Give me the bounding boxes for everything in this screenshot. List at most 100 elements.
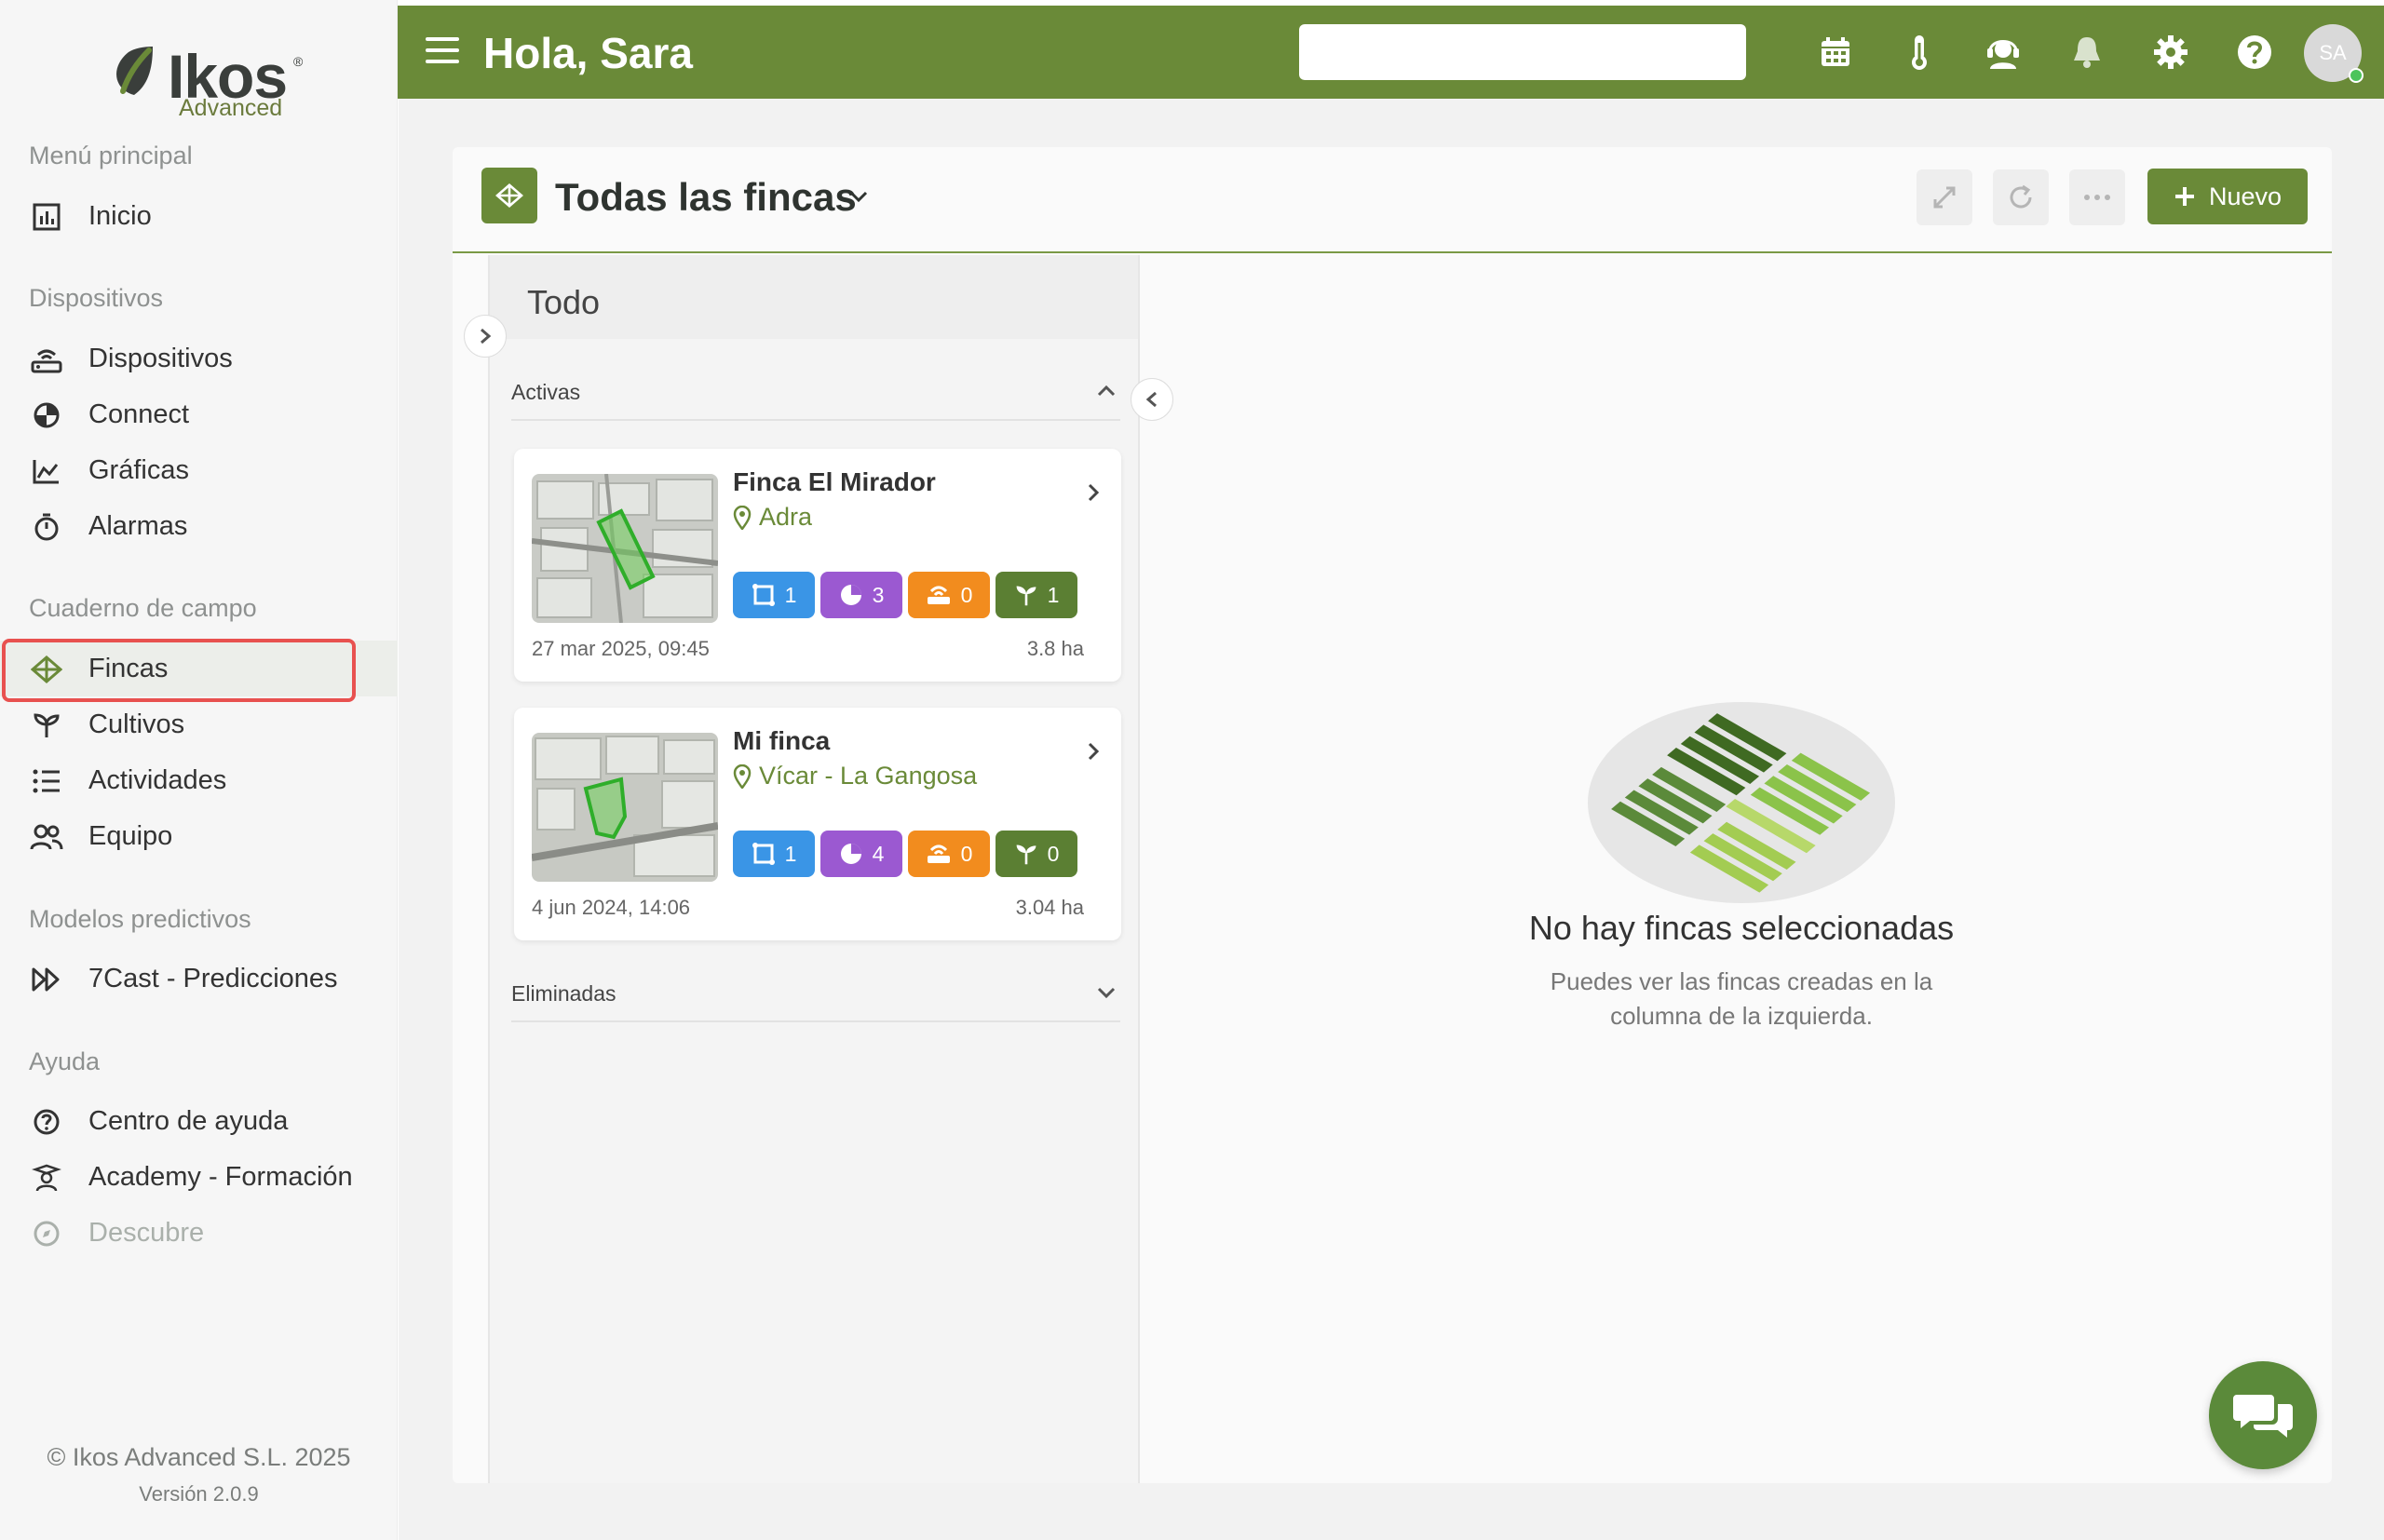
badge-value: 1 (784, 841, 797, 866)
fields-count-badge[interactable]: 1 (733, 831, 815, 877)
badge-value: 0 (960, 841, 973, 866)
team-icon (30, 822, 63, 852)
farm-date: 27 mar 2025, 09:45 (532, 637, 710, 660)
sidebar-item-actividades[interactable]: Actividades (0, 752, 398, 808)
search-input[interactable] (1299, 24, 1746, 80)
fast-forward-icon (30, 965, 63, 994)
crops-count-badge[interactable]: 0 (996, 831, 1077, 877)
farm-name: Finca El Mirador (733, 467, 936, 496)
farm-map-thumbnail (532, 733, 718, 882)
chevron-right-icon[interactable] (1086, 741, 1101, 762)
bell-icon[interactable] (2065, 30, 2109, 74)
farm-badges: 1 3 0 1 (733, 572, 1077, 618)
sidebar-item-label: Inicio (88, 200, 152, 231)
expand-button[interactable] (1917, 169, 1972, 225)
chevron-right-icon[interactable] (1086, 482, 1101, 503)
sidebar-item-label: 7Cast - Predicciones (88, 963, 338, 993)
parcel-icon (752, 584, 775, 606)
farm-location: Vícar - La Gangosa (733, 762, 977, 790)
sidebar-item-inicio[interactable]: Inicio (0, 188, 398, 244)
online-status-dot (2349, 68, 2364, 83)
new-button-label: Nuevo (2208, 182, 2282, 210)
more-options-button[interactable] (2069, 169, 2125, 225)
gear-icon[interactable] (2148, 30, 2193, 74)
thermometer-icon[interactable] (1897, 30, 1942, 74)
sidebar-item-label: Equipo (88, 820, 173, 851)
chevron-down-icon (1097, 987, 1116, 999)
chevron-right-icon (481, 328, 492, 344)
support-agent-icon[interactable] (1981, 30, 2025, 74)
refresh-button[interactable] (1993, 169, 2049, 225)
farm-card[interactable]: Mi finca Vícar - La Gangosa 1 4 0 0 4 ju… (514, 708, 1121, 940)
sidebar-item-descubre[interactable]: Descubre (0, 1205, 398, 1261)
farm-card[interactable]: Finca El Mirador Adra 1 3 0 1 27 mar 202… (514, 449, 1121, 682)
greeting-title: Hola, Sara (483, 29, 693, 77)
empty-state-subtitle-line: columna de la izquierda. (1610, 1002, 1873, 1030)
fields-icon (481, 168, 537, 223)
farm-date: 4 jun 2024, 14:06 (532, 896, 691, 919)
section-title-main: Menú principal (29, 142, 193, 169)
panel-title-dropdown[interactable]: Todas las fincas (555, 175, 857, 220)
sidebar-item-alarmas[interactable]: Alarmas (0, 498, 398, 554)
panel-header: Todas las fincas Nuevo (453, 147, 2332, 253)
list-icon (30, 766, 63, 796)
expand-sidebar-button[interactable] (464, 315, 507, 358)
section-title-help: Ayuda (29, 1047, 101, 1075)
badge-value: 3 (872, 582, 885, 607)
farm-badges: 1 4 0 0 (733, 831, 1077, 877)
chevron-down-icon[interactable] (847, 188, 870, 205)
expand-icon (1933, 186, 1956, 209)
group-label: Activas (511, 380, 581, 404)
badge-value: 1 (1047, 582, 1060, 607)
sidebar-item-cultivos[interactable]: Cultivos (0, 696, 398, 752)
sidebar-item-label: Academy - Formación (88, 1161, 353, 1192)
section-title-devices: Dispositivos (29, 284, 164, 312)
sidebar-item-label: Centro de ayuda (88, 1105, 289, 1136)
router-icon (927, 844, 950, 863)
top-bar: Hola, Sara SA (398, 6, 2384, 99)
refresh-icon (2010, 184, 2032, 209)
ikos-logo[interactable]: Ikos ® Advanced (102, 37, 307, 123)
group-activas[interactable]: Activas (511, 374, 1120, 421)
sidebar-item-academy[interactable]: Academy - Formación (0, 1149, 398, 1205)
location-pin-icon (733, 505, 752, 530)
devices-count-badge[interactable]: 0 (908, 831, 990, 877)
connect-icon (30, 400, 63, 430)
fields-count-badge[interactable]: 1 (733, 572, 815, 618)
hamburger-menu-icon[interactable] (426, 37, 459, 65)
help-icon[interactable] (2232, 30, 2277, 74)
section-title-fieldbook: Cuaderno de campo (29, 594, 257, 622)
parcel-icon (752, 843, 775, 865)
sidebar-item-connect[interactable]: Connect (0, 386, 398, 442)
farm-location: Adra (733, 503, 812, 532)
farm-location-text: Adra (759, 503, 813, 531)
farm-area: 3.04 ha (1015, 896, 1084, 919)
calendar-icon[interactable] (1813, 30, 1858, 74)
sprout-icon (1016, 844, 1036, 865)
sidebar-item-7cast[interactable]: 7Cast - Predicciones (0, 951, 398, 1006)
farm-map-thumbnail (532, 474, 718, 623)
farm-name: Mi finca (733, 726, 831, 755)
chat-button[interactable] (2209, 1361, 2317, 1469)
sidebar-item-graficas[interactable]: Gráficas (0, 442, 398, 498)
collapse-list-button[interactable] (1131, 378, 1173, 421)
router-icon (30, 344, 63, 374)
sectors-count-badge[interactable]: 4 (820, 831, 902, 877)
sprout-icon (1016, 586, 1036, 606)
crops-count-badge[interactable]: 1 (996, 572, 1077, 618)
badge-value: 0 (1047, 841, 1060, 866)
badge-value: 4 (872, 841, 885, 866)
sidebar-item-dispositivos[interactable]: Dispositivos (0, 331, 398, 386)
pie-icon (840, 844, 861, 864)
group-eliminadas[interactable]: Eliminadas (511, 976, 1120, 1022)
group-label: Eliminadas (511, 981, 616, 1006)
sectors-count-badge[interactable]: 3 (820, 572, 902, 618)
new-button[interactable]: Nuevo (2147, 169, 2308, 224)
location-pin-icon (733, 763, 752, 789)
router-icon (927, 586, 950, 604)
sidebar-item-equipo[interactable]: Equipo (0, 808, 398, 864)
sidebar-item-centro-ayuda[interactable]: Centro de ayuda (0, 1093, 398, 1149)
sidebar-item-label: Connect (88, 399, 190, 429)
logo-subtitle: Advanced (179, 95, 283, 121)
devices-count-badge[interactable]: 0 (908, 572, 990, 618)
